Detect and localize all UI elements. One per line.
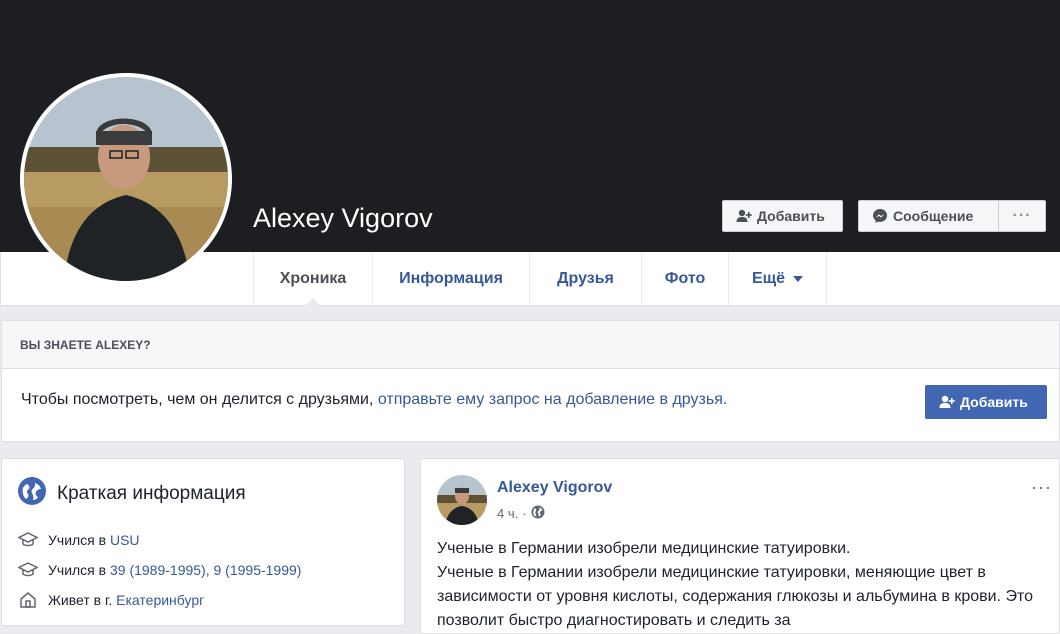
graduation-cap-icon bbox=[18, 561, 38, 579]
intro-row-prefix: Учился в bbox=[48, 562, 107, 578]
globe-icon bbox=[18, 477, 46, 510]
school-link-usu[interactable]: USU bbox=[110, 532, 140, 548]
tab-timeline-label: Хроника bbox=[279, 269, 347, 287]
tab-about-label: Информация bbox=[399, 269, 503, 287]
do-you-know-text: Чтобы посмотреть, чем он делится с друзь… bbox=[21, 391, 727, 409]
do-you-know-heading: ВЫ ЗНАЕТЕ ALEXEY? bbox=[2, 321, 1059, 369]
profile-tabs: Хроника Информация Друзья Фото Ещё bbox=[253, 252, 827, 306]
tab-friends-label: Друзья bbox=[557, 269, 614, 287]
public-globe-icon[interactable] bbox=[531, 505, 545, 522]
post-text-line-1: Ученые в Германии изобрели медицинские т… bbox=[437, 540, 851, 557]
send-friend-request-link[interactable]: отправьте ему запрос на добавление в дру… bbox=[378, 391, 727, 408]
messenger-icon bbox=[871, 207, 889, 225]
profile-name[interactable]: Alexey Vigorov bbox=[253, 203, 433, 234]
profile-picture[interactable] bbox=[20, 73, 232, 285]
post-text-line-2: Ученые в Германии изобрели медицинские т… bbox=[437, 564, 1033, 629]
intro-row-lives-in: Живет в г. Екатеринбург bbox=[18, 591, 204, 609]
add-friend-icon bbox=[938, 393, 956, 411]
tab-friends[interactable]: Друзья bbox=[529, 252, 641, 305]
intro-row-education-2: Учился в 39 (1989-1995), 9 (1995-1999) bbox=[18, 561, 301, 579]
intro-card: Краткая информация Учился в USU Учился в… bbox=[1, 458, 405, 626]
do-you-know-message: Чтобы посмотреть, чем он делится с друзь… bbox=[21, 391, 374, 408]
do-you-know-card: ВЫ ЗНАЕТЕ ALEXEY? Чтобы посмотреть, чем … bbox=[1, 320, 1060, 442]
intro-row-prefix: Живет в г. bbox=[48, 592, 113, 608]
meta-separator: · bbox=[522, 506, 527, 521]
add-friend-icon bbox=[735, 207, 753, 225]
add-friend-primary-label: Добавить bbox=[960, 394, 1028, 410]
tab-about[interactable]: Информация bbox=[372, 252, 529, 305]
home-icon bbox=[18, 591, 38, 609]
intro-title: Краткая информация bbox=[57, 482, 246, 504]
tab-timeline[interactable]: Хроника bbox=[253, 252, 372, 306]
post-author-avatar[interactable] bbox=[437, 475, 487, 525]
message-label: Сообщение bbox=[893, 208, 974, 224]
city-link[interactable]: Екатеринбург bbox=[116, 592, 204, 608]
post-timestamp[interactable]: 4 ч. bbox=[497, 506, 518, 521]
more-dots-icon: ··· bbox=[1012, 207, 1032, 224]
school-link-schools[interactable]: 39 (1989-1995), 9 (1995-1999) bbox=[110, 562, 301, 578]
post-author-name[interactable]: Alexey Vigorov bbox=[497, 479, 612, 497]
add-friend-button[interactable]: Добавить bbox=[722, 200, 843, 232]
message-button[interactable]: Сообщение bbox=[858, 200, 998, 232]
post-options-icon[interactable]: ··· bbox=[1031, 477, 1052, 498]
more-options-button[interactable]: ··· bbox=[998, 200, 1046, 232]
add-friend-label: Добавить bbox=[757, 208, 825, 224]
intro-row-education-1: Учился в USU bbox=[18, 531, 140, 549]
post-card: Alexey Vigorov 4 ч. · ··· Ученые в Герма… bbox=[420, 458, 1060, 634]
tab-photos[interactable]: Фото bbox=[641, 252, 728, 305]
profile-photo-image bbox=[24, 77, 228, 281]
add-friend-primary-button[interactable]: Добавить bbox=[925, 385, 1047, 419]
graduation-cap-icon bbox=[18, 531, 38, 549]
tab-more[interactable]: Ещё bbox=[728, 252, 827, 305]
chevron-down-icon bbox=[793, 275, 804, 282]
intro-row-prefix: Учился в bbox=[48, 532, 107, 548]
post-meta: 4 ч. · bbox=[497, 505, 545, 522]
tab-more-label: Ещё bbox=[751, 269, 786, 287]
post-text: Ученые в Германии изобрели медицинские т… bbox=[437, 537, 1037, 633]
tab-photos-label: Фото bbox=[664, 269, 706, 287]
